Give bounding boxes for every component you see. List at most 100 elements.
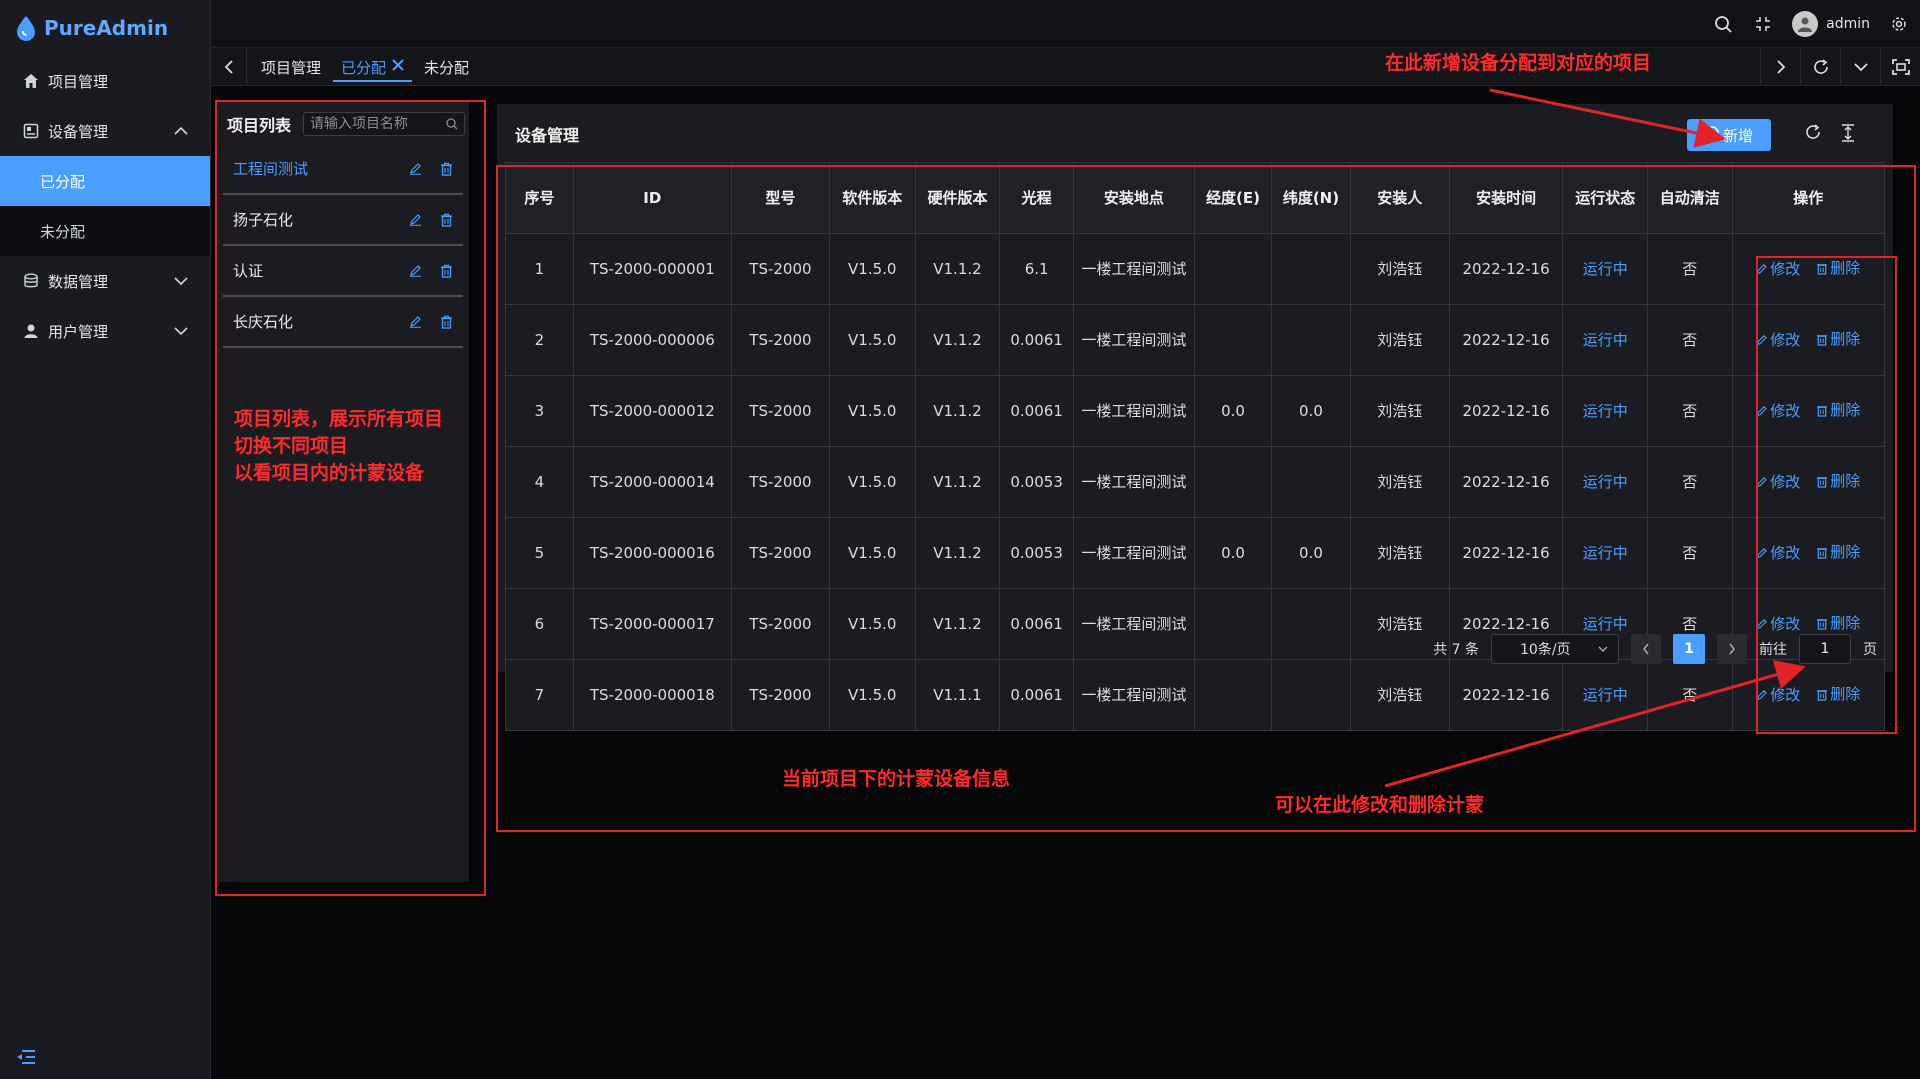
delete-icon[interactable]: [440, 315, 453, 329]
avatar: [1792, 11, 1819, 37]
user-icon: [22, 322, 40, 340]
user-menu[interactable]: admin: [1792, 11, 1870, 37]
delete-button[interactable]: 删除: [1816, 257, 1860, 279]
cell-path: 0.0053: [999, 517, 1074, 589]
sidebar-item-user[interactable]: 用户管理: [0, 306, 210, 356]
edit-button[interactable]: 修改: [1756, 258, 1800, 280]
cell-model: TS-2000: [730, 517, 830, 589]
tab-label: 已分配: [341, 58, 387, 77]
add-device-button[interactable]: 新增: [1687, 119, 1771, 151]
delete-label: 删除: [1830, 614, 1861, 633]
cell-status: 运行中: [1562, 304, 1648, 376]
edit-label: 修改: [1770, 401, 1801, 420]
prev-page-button[interactable]: [1631, 634, 1661, 664]
page-number-current[interactable]: 1: [1673, 634, 1705, 664]
tab-project[interactable]: 项目管理: [251, 48, 331, 86]
edit-button[interactable]: 修改: [1756, 613, 1800, 635]
chevron-down-icon: [174, 272, 188, 290]
user-name: admin: [1826, 16, 1870, 32]
chevron-right-icon[interactable]: [1760, 48, 1800, 86]
edit-icon[interactable]: [409, 213, 422, 227]
tab-assigned[interactable]: 已分配: [331, 48, 414, 86]
chevron-down-icon[interactable]: [1840, 48, 1880, 86]
project-list-item[interactable]: 工程间测试: [223, 144, 463, 195]
cell-status: 运行中: [1562, 375, 1648, 447]
edit-button[interactable]: 修改: [1756, 400, 1800, 422]
sidebar-item-label: 用户管理: [48, 322, 109, 341]
edit-icon[interactable]: [409, 315, 422, 329]
refresh-icon[interactable]: [1800, 48, 1840, 86]
sidebar-item-data[interactable]: 数据管理: [0, 256, 210, 306]
cell-date: 2022-12-16: [1448, 304, 1564, 376]
delete-button[interactable]: 删除: [1816, 470, 1860, 492]
collapse-sidebar-icon[interactable]: [16, 1049, 36, 1065]
close-icon[interactable]: [392, 59, 404, 75]
sidebar-item-unassigned[interactable]: 未分配: [0, 206, 210, 256]
chevron-left-icon[interactable]: [211, 48, 247, 86]
cell-location: 一楼工程间测试: [1072, 659, 1195, 731]
cell-no: 4: [505, 446, 574, 518]
delete-button[interactable]: 删除: [1816, 683, 1860, 705]
edit-icon: [1756, 405, 1768, 417]
maximize-icon[interactable]: [1880, 48, 1920, 86]
edit-icon[interactable]: [409, 264, 422, 278]
cell-model: TS-2000: [730, 588, 830, 660]
cell-sw: V1.5.0: [828, 233, 916, 305]
delete-button[interactable]: 删除: [1816, 328, 1860, 350]
delete-icon: [1817, 476, 1828, 488]
cell-no: 5: [505, 517, 574, 589]
goto-page-input[interactable]: 1: [1799, 634, 1851, 664]
project-list-item[interactable]: 认证: [223, 246, 463, 297]
gear-icon[interactable]: [1888, 13, 1910, 35]
fullscreen-icon[interactable]: [1752, 13, 1774, 35]
tab-unassigned[interactable]: 未分配: [414, 48, 479, 86]
edit-icon[interactable]: [409, 162, 422, 176]
cell-no: 3: [505, 375, 574, 447]
refresh-icon[interactable]: [1805, 124, 1821, 144]
next-page-button[interactable]: [1717, 634, 1747, 664]
logo[interactable]: PureAdmin: [0, 0, 210, 56]
app-root: PureAdmin 项目管理 设备管理 已分配 未分配 数据管理 用户管理 ad…: [0, 0, 1920, 1079]
delete-icon: [1817, 547, 1828, 559]
table-header-cell: 软件版本: [828, 162, 916, 234]
edit-button[interactable]: 修改: [1756, 684, 1800, 706]
cell-location: 一楼工程间测试: [1072, 446, 1195, 518]
project-list-item[interactable]: 扬子石化: [223, 195, 463, 246]
table-header-cell: 安装地点: [1072, 162, 1195, 234]
search-icon[interactable]: [1712, 13, 1734, 35]
cell-ops: 修改 删除: [1731, 304, 1886, 376]
cell-ops: 修改 删除: [1731, 446, 1886, 518]
edit-button[interactable]: 修改: [1756, 329, 1800, 351]
delete-button[interactable]: 删除: [1816, 399, 1860, 421]
project-name: 扬子石化: [233, 211, 294, 229]
edit-button[interactable]: 修改: [1756, 542, 1800, 564]
sidebar-item-project[interactable]: 项目管理: [0, 56, 210, 106]
cell-model: TS-2000: [730, 233, 830, 305]
table-row: 1 TS-2000-000001 TS-2000 V1.5.0 V1.1.2 6.1 一楼工…: [505, 233, 1886, 305]
project-list-title: 项目列表: [227, 116, 292, 135]
cell-location: 一楼工程间测试: [1072, 375, 1195, 447]
cell-path: 6.1: [999, 233, 1074, 305]
table-header-cell: 运行状态: [1562, 162, 1648, 234]
delete-button[interactable]: 删除: [1816, 541, 1860, 563]
edit-button[interactable]: 修改: [1756, 471, 1800, 493]
cell-date: 2022-12-16: [1448, 375, 1564, 447]
sidebar-item-assigned[interactable]: 已分配: [0, 156, 210, 206]
cell-id: TS-2000-000012: [572, 375, 732, 447]
delete-button[interactable]: 删除: [1816, 612, 1860, 634]
cell-status: 运行中: [1562, 446, 1648, 518]
project-name: 认证: [233, 262, 264, 280]
page-size-select[interactable]: 10条/页: [1491, 634, 1619, 664]
cell-ops: 修改 删除: [1731, 233, 1886, 305]
delete-icon[interactable]: [440, 213, 453, 227]
cell-clean: 否: [1647, 304, 1733, 376]
project-search-input[interactable]: [310, 116, 441, 132]
project-list-item[interactable]: 长庆石化: [223, 297, 463, 348]
column-height-icon[interactable]: [1841, 124, 1855, 146]
cell-installer: 刘浩钰: [1349, 233, 1450, 305]
sidebar-item-device[interactable]: 设备管理: [0, 106, 210, 156]
pagination-total: 共 7 条: [1433, 642, 1479, 658]
device-card-header: 设备管理 新增: [497, 104, 1893, 162]
delete-icon[interactable]: [440, 162, 453, 176]
delete-icon[interactable]: [440, 264, 453, 278]
